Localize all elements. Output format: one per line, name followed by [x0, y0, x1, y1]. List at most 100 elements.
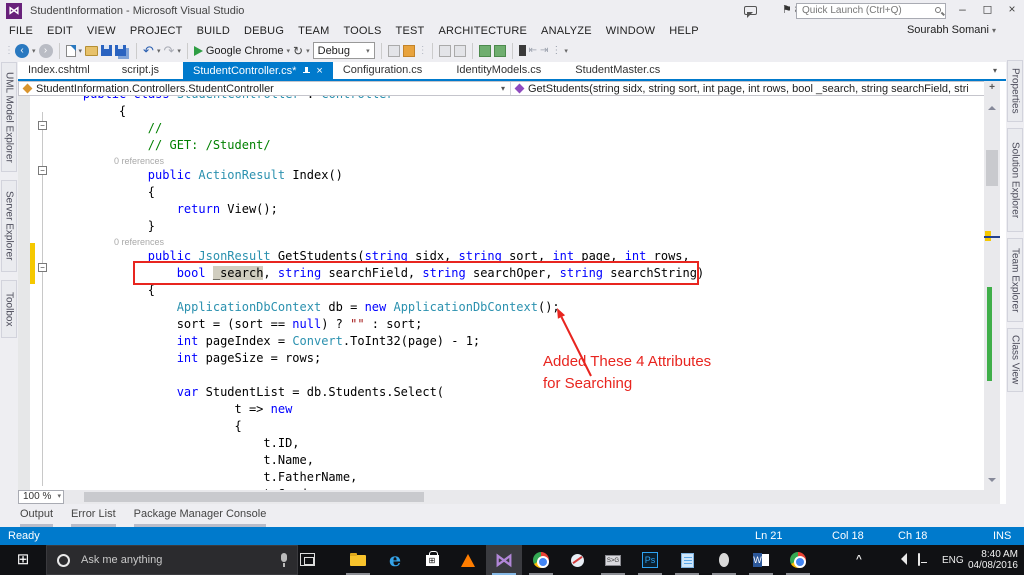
breakpoint-margin[interactable]: [18, 96, 30, 490]
new-file-dropdown-icon[interactable]: ▾: [79, 47, 83, 55]
vertical-scrollbar[interactable]: [984, 96, 1000, 490]
taskbar-photoshop-icon[interactable]: Ps: [632, 545, 668, 575]
toolbar-options-dropdown-icon[interactable]: ▾: [564, 47, 568, 55]
sidebar-tab-server-explorer[interactable]: Server Explorer: [1, 180, 17, 272]
taskbar-mouse-tool-icon[interactable]: [706, 545, 742, 575]
sidebar-tab-uml-model-explorer[interactable]: UML Model Explorer: [1, 62, 17, 172]
menu-build[interactable]: BUILD: [190, 25, 237, 37]
tab-identitymodels-cs[interactable]: IdentityModels.cs: [446, 62, 551, 79]
taskbar-store-icon[interactable]: ⊞: [414, 545, 450, 575]
redo-button[interactable]: ↷: [163, 43, 174, 58]
toolbar-grip[interactable]: ⋮: [4, 45, 14, 56]
start-button[interactable]: ⊞: [0, 545, 46, 575]
menu-file[interactable]: FILE: [2, 25, 40, 37]
sidebar-tab-toolbox[interactable]: Toolbox: [1, 280, 17, 338]
taskbar-screen-capture-icon[interactable]: [559, 545, 595, 575]
new-file-button[interactable]: [65, 44, 76, 57]
navigate-back-dropdown-icon[interactable]: ▾: [32, 47, 36, 55]
tab-list-dropdown-icon[interactable]: ▾: [993, 66, 997, 75]
redo-dropdown-icon[interactable]: ▾: [177, 47, 181, 55]
navigate-to-icon[interactable]: [402, 44, 415, 57]
minimize-button[interactable]: –: [950, 0, 975, 20]
taskbar-screentogif-icon[interactable]: S>G: [595, 545, 631, 575]
save-all-button[interactable]: [115, 45, 127, 56]
navigate-backward-button[interactable]: ‹: [15, 43, 29, 58]
taskbar-file-explorer-icon[interactable]: [340, 545, 376, 575]
quick-launch-input[interactable]: Quick Launch (Ctrl+Q): [796, 3, 946, 19]
refresh-dropdown-icon[interactable]: ▾: [306, 47, 310, 55]
microphone-icon[interactable]: [281, 553, 287, 567]
menu-tools[interactable]: TOOLS: [336, 25, 388, 37]
feedback-icon[interactable]: [744, 6, 757, 18]
tray-expand-icon[interactable]: ^: [856, 554, 862, 575]
device-preview-icon[interactable]: [387, 44, 400, 57]
solution-configuration-select[interactable]: Debug ▾: [312, 42, 375, 59]
tab-output[interactable]: Output: [20, 508, 54, 527]
decrease-indent-icon[interactable]: [478, 44, 491, 57]
menu-window[interactable]: WINDOW: [599, 25, 662, 37]
close-button[interactable]: ×: [1000, 0, 1024, 20]
next-bookmark-icon[interactable]: ⇥: [540, 45, 548, 56]
increase-indent-icon[interactable]: [493, 44, 506, 57]
tab-package-manager-console[interactable]: Package Manager Console: [133, 508, 267, 527]
scroll-up-icon[interactable]: [988, 102, 996, 110]
undo-button[interactable]: ↶: [143, 43, 154, 58]
browser-target-dropdown-icon[interactable]: ▾: [287, 47, 291, 55]
close-tab-icon[interactable]: ×: [316, 65, 322, 77]
signed-in-user[interactable]: Sourabh Somani ▾: [907, 24, 996, 36]
taskbar-vlc-icon[interactable]: [450, 545, 486, 575]
menu-help[interactable]: HELP: [662, 25, 706, 37]
taskbar-chrome-icon[interactable]: [523, 545, 559, 575]
code-editor[interactable]: public class StudentController : Control…: [18, 96, 984, 490]
tab-studentmaster-cs[interactable]: StudentMaster.cs: [565, 62, 670, 79]
menu-test[interactable]: TEST: [389, 25, 432, 37]
taskbar-notepad-icon[interactable]: [669, 545, 705, 575]
navigate-forward-button[interactable]: ›: [38, 43, 53, 58]
editor-zoom-select[interactable]: 100 % ▾: [18, 490, 64, 504]
sidebar-tab-solution-explorer[interactable]: Solution Explorer: [1007, 128, 1023, 232]
language-indicator[interactable]: ENG: [942, 555, 964, 575]
refresh-icon[interactable]: ↻: [293, 44, 303, 58]
toolbar-overflow-grip[interactable]: ⋮: [418, 45, 428, 56]
tab-configuration-cs[interactable]: Configuration.cs: [333, 62, 433, 79]
start-debugging-button[interactable]: [193, 45, 203, 56]
menu-team[interactable]: TEAM: [291, 25, 336, 37]
sidebar-tab-team-explorer[interactable]: Team Explorer: [1007, 238, 1023, 322]
tab-studentcontroller-cs[interactable]: StudentController.cs* ×: [183, 62, 333, 79]
cortana-search-input[interactable]: Ask me anything: [46, 545, 298, 575]
clear-bookmarks-icon[interactable]: ⋮: [551, 45, 561, 56]
horizontal-scrollbar[interactable]: 100 % ▾: [18, 490, 1000, 504]
menu-debug[interactable]: DEBUG: [237, 25, 291, 37]
undo-dropdown-icon[interactable]: ▾: [157, 47, 161, 55]
toggle-bookmark-icon[interactable]: [518, 45, 526, 56]
scrollbar-thumb[interactable]: [84, 492, 424, 502]
comment-out-icon[interactable]: [438, 44, 451, 57]
open-file-button[interactable]: [85, 45, 99, 56]
taskbar-word-icon[interactable]: W: [743, 545, 779, 575]
taskbar-chrome-icon-2[interactable]: [780, 545, 816, 575]
restore-button[interactable]: ◻: [975, 0, 1000, 20]
collapse-region-icon[interactable]: −: [38, 166, 47, 175]
type-dropdown[interactable]: StudentInformation.Controllers.StudentCo…: [19, 82, 511, 95]
tab-error-list[interactable]: Error List: [71, 508, 116, 527]
member-dropdown[interactable]: GetStudents(string sidx, string sort, in…: [511, 82, 999, 95]
menu-project[interactable]: PROJECT: [123, 25, 190, 37]
menu-analyze[interactable]: ANALYZE: [534, 25, 599, 37]
collapse-region-icon[interactable]: −: [38, 263, 47, 272]
tab-index-cshtml[interactable]: Index.cshtml: [18, 62, 100, 79]
previous-bookmark-icon[interactable]: ⇤: [529, 45, 537, 56]
tab-script-js[interactable]: script.js: [112, 62, 169, 79]
scrollbar-thumb[interactable]: [986, 150, 998, 186]
scroll-down-icon[interactable]: [988, 478, 996, 486]
menu-edit[interactable]: EDIT: [40, 25, 80, 37]
sidebar-tab-properties[interactable]: Properties: [1007, 60, 1023, 122]
collapse-region-icon[interactable]: −: [38, 121, 47, 130]
taskbar-visual-studio-icon[interactable]: ⋈: [486, 545, 522, 575]
browser-target-label[interactable]: Google Chrome: [206, 45, 284, 57]
action-center-icon[interactable]: [918, 553, 920, 575]
clock[interactable]: 8:40 AM 04/08/2016: [968, 549, 1018, 571]
editor-splitter-handle[interactable]: +: [984, 81, 1000, 96]
task-view-button[interactable]: [300, 553, 315, 566]
sidebar-tab-class-view[interactable]: Class View: [1007, 328, 1023, 392]
menu-view[interactable]: VIEW: [80, 25, 123, 37]
